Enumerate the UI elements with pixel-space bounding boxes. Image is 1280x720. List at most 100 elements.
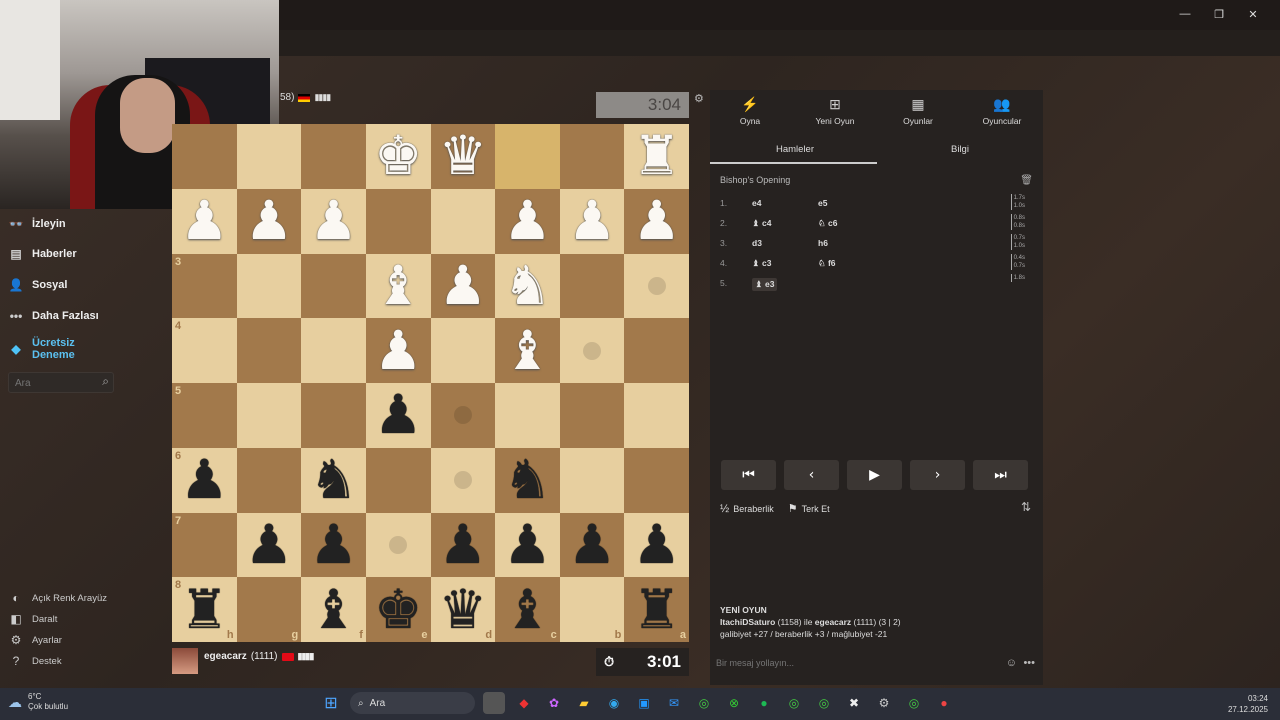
black-pawn-icon[interactable]: ♟ (309, 517, 357, 572)
settings-icon[interactable]: ⚙ (873, 692, 895, 714)
black-move[interactable]: ♘ f6 (818, 258, 836, 269)
black-pawn-icon[interactable]: ♟ (439, 517, 487, 572)
board-square[interactable]: ♟ (559, 512, 625, 578)
minimize-button[interactable]: — (1168, 4, 1202, 24)
app-dark-icon[interactable]: ● (933, 692, 955, 714)
white-pawn-icon[interactable]: ♟ (439, 258, 487, 313)
sidebar-bottom-theme[interactable]: ◐ Açık Renk Arayüz (8, 591, 107, 605)
board-square[interactable] (559, 383, 625, 448)
board-square[interactable] (624, 447, 689, 513)
copilot-icon[interactable]: ✿ (543, 692, 565, 714)
white-pawn-icon[interactable]: ♟ (568, 194, 616, 248)
black-pawn-icon[interactable]: ♟ (503, 517, 551, 572)
black-rook-icon[interactable]: ♜ (180, 582, 228, 637)
player2-name[interactable]: egeacarz (815, 617, 851, 627)
board-square[interactable]: ♞ (495, 253, 560, 319)
epic-icon[interactable]: ✖ (843, 692, 865, 714)
board-square[interactable] (495, 124, 560, 189)
board-square[interactable] (624, 383, 689, 448)
search-icon[interactable]: ⌕ (102, 374, 109, 389)
white-queen-icon[interactable]: ♛ (439, 129, 487, 183)
sidebar-item-free-trial[interactable]: ◆ Ücretsiz Deneme (8, 337, 74, 361)
black-pawn-icon[interactable]: ♟ (245, 517, 293, 572)
self-name[interactable]: egeacarz (204, 651, 247, 662)
board-square[interactable] (236, 318, 302, 383)
sidebar-bottom-settings[interactable]: ⚙ Ayarlar (8, 633, 62, 647)
chrome-icon[interactable]: ◎ (693, 692, 715, 714)
nav-players[interactable]: 👥 Oyuncular (962, 96, 1042, 126)
resign-button[interactable]: ⚑ Terk Et (788, 502, 830, 515)
board-square[interactable] (430, 318, 496, 383)
white-move[interactable]: d3 (752, 238, 762, 248)
mail-icon[interactable]: ✉ (663, 692, 685, 714)
board-square[interactable] (172, 124, 237, 189)
white-pawn-icon[interactable]: ♟ (632, 194, 680, 248)
board-square[interactable]: ♟ 6 (172, 447, 237, 513)
white-move[interactable]: e4 (752, 198, 761, 208)
task-icon[interactable] (483, 692, 505, 714)
play-button[interactable]: ▶ (847, 460, 902, 490)
white-king-icon[interactable]: ♚ (374, 129, 422, 183)
move-hint-dot[interactable] (453, 471, 472, 490)
black-knight-icon[interactable]: ♞ (309, 453, 357, 507)
app-red-icon[interactable]: ◆ (513, 692, 535, 714)
nav-games[interactable]: ▦ Oyunlar (878, 96, 958, 126)
tab-moves[interactable]: Hamleler (776, 144, 814, 155)
move-hint-dot[interactable] (453, 406, 472, 425)
prev-move-button[interactable]: ‹ (784, 460, 839, 490)
close-button[interactable]: ✕ (1236, 4, 1270, 24)
black-move[interactable]: ♘ c6 (818, 218, 837, 229)
chat-input[interactable] (710, 652, 962, 674)
black-move[interactable]: h6 (818, 238, 828, 248)
chrome4-icon[interactable]: ◎ (903, 692, 925, 714)
board-square[interactable] (430, 188, 496, 254)
board-square[interactable] (236, 253, 302, 319)
black-king-icon[interactable]: ♚ (374, 582, 422, 637)
black-queen-icon[interactable]: ♛ (439, 582, 487, 637)
board-square[interactable] (301, 383, 366, 448)
board-square[interactable] (236, 447, 302, 513)
board-square[interactable]: ♟ (236, 512, 302, 578)
player1-name[interactable]: ItachiDSaturo (720, 617, 775, 627)
board-square[interactable] (430, 383, 496, 448)
taskbar-search[interactable]: ⌕ Ara (350, 692, 475, 714)
board-square[interactable]: ♟ (430, 253, 496, 319)
board-square[interactable] (559, 253, 625, 319)
board-square[interactable]: ♝ f (301, 577, 366, 642)
windows-icon[interactable]: ⊞ (320, 692, 342, 714)
nav-play[interactable]: ⚡ Oyna (710, 96, 790, 126)
white-knight-icon[interactable]: ♞ (503, 258, 551, 313)
board-square[interactable] (301, 253, 366, 319)
board-square[interactable]: ♟ (430, 512, 496, 578)
board-square[interactable]: ♝ c (495, 577, 560, 642)
sidebar-bottom-collapse[interactable]: ◧ Daralt (8, 612, 57, 626)
board-square[interactable] (236, 124, 302, 189)
board-square[interactable] (430, 447, 496, 513)
trash-icon[interactable]: 🗑 (1020, 175, 1033, 186)
move-hint-dot[interactable] (583, 341, 602, 360)
white-pawn-icon[interactable]: ♟ (180, 194, 228, 248)
white-pawn-icon[interactable]: ♟ (245, 194, 293, 248)
board-square[interactable] (559, 124, 625, 189)
gear-icon[interactable]: ⚙ (694, 92, 704, 105)
board-square[interactable]: ♚ e (365, 577, 431, 642)
board-square[interactable]: ♚ (365, 124, 431, 189)
board-square[interactable] (559, 447, 625, 513)
weather-widget[interactable]: ☁ 6°C Çok bulutlu (8, 692, 68, 712)
restore-button[interactable]: ❐ (1202, 4, 1236, 24)
board-square[interactable] (624, 253, 689, 319)
board-square[interactable] (365, 188, 431, 254)
board-square[interactable]: b (559, 577, 625, 642)
board-square[interactable]: ♜ 8 h (172, 577, 237, 642)
system-clock[interactable]: 03:24 27.12.2025 (1228, 693, 1268, 715)
spotify-icon[interactable]: ● (753, 692, 775, 714)
nav-new-game[interactable]: ⊞ Yeni Oyun (795, 96, 875, 126)
sidebar-item-watch[interactable]: 👓 İzleyin (8, 217, 66, 231)
black-bishop-icon[interactable]: ♝ (309, 582, 357, 637)
white-move[interactable]: ♝ c4 (752, 218, 771, 229)
board-square[interactable] (559, 318, 625, 383)
board-square[interactable]: ♟ (172, 188, 237, 254)
search-input[interactable] (9, 375, 91, 392)
board-square[interactable]: ♜ (624, 124, 689, 189)
board-square[interactable]: ♝ (495, 318, 560, 383)
